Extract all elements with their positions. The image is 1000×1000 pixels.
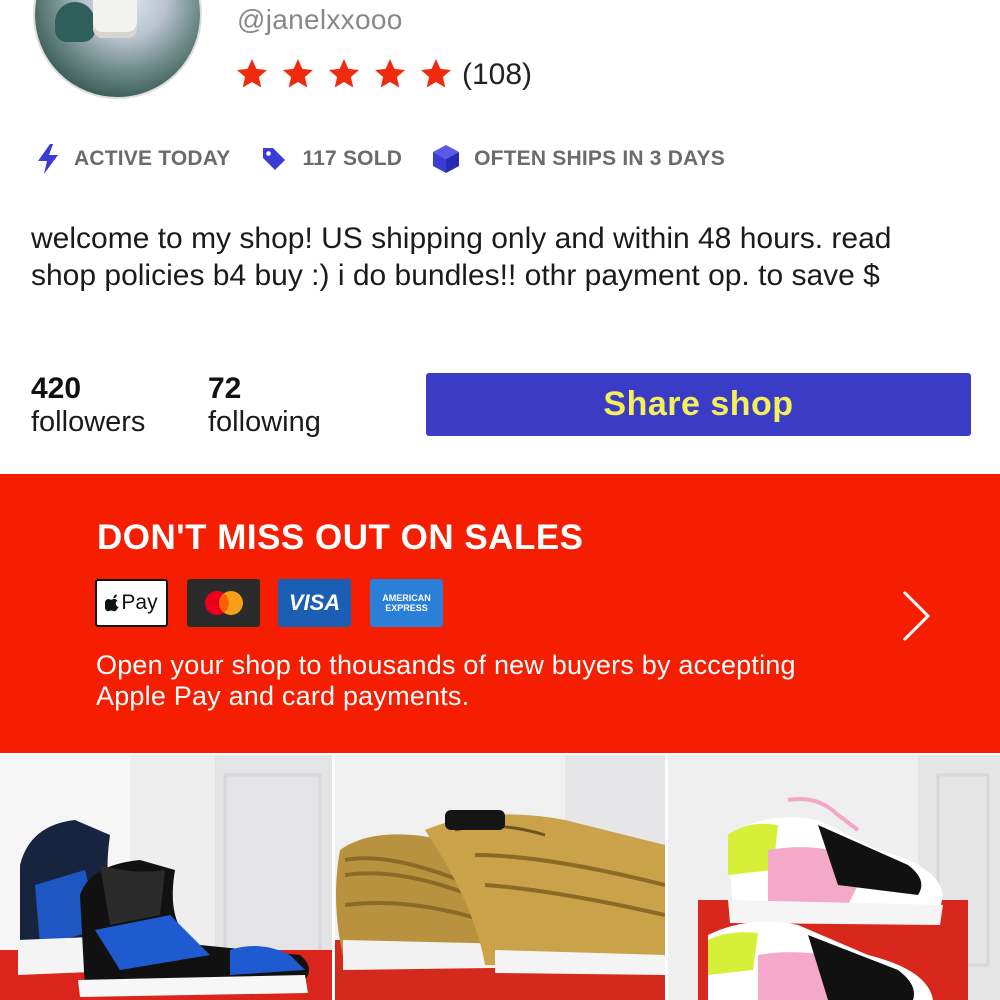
tag-icon: [260, 145, 288, 173]
followers-count: 420: [31, 372, 82, 405]
avatar[interactable]: [33, 0, 202, 99]
listing-photo-pink-sneakers[interactable]: [668, 755, 1000, 1000]
star-icon: [234, 56, 270, 92]
followers-stat[interactable]: 420 followers: [31, 372, 145, 439]
badge-shipping-time: OFTEN SHIPS IN 3 DAYS: [432, 144, 725, 174]
star-icon: [326, 56, 362, 92]
listing-photo-gold-sneakers[interactable]: [335, 755, 665, 1000]
rating-stars[interactable]: [234, 56, 454, 92]
apple-pay-logo: Pay: [95, 579, 168, 627]
badge-label: ACTIVE TODAY: [74, 147, 231, 170]
star-icon: [372, 56, 408, 92]
avatar-photo-detail: [93, 0, 137, 38]
chevron-right-icon[interactable]: [898, 588, 932, 644]
mastercard-logo: [187, 579, 260, 627]
rating-count[interactable]: (108): [462, 58, 532, 92]
amex-label-line: AMERICAN: [382, 593, 431, 603]
listing-photo-blue-sneakers[interactable]: [0, 755, 332, 1000]
lightning-icon: [36, 144, 60, 174]
promo-title: DON'T MISS OUT ON SALES: [97, 518, 584, 557]
following-label: following: [208, 406, 321, 438]
amex-logo: AMERICAN EXPRESS: [370, 579, 443, 627]
badge-label: OFTEN SHIPS IN 3 DAYS: [474, 147, 725, 170]
star-icon: [280, 56, 316, 92]
promo-description: Open your shop to thousands of new buyer…: [96, 650, 796, 711]
badge-active-today: ACTIVE TODAY: [36, 144, 230, 174]
box-icon: [432, 144, 460, 174]
visa-logo: VISA: [278, 579, 351, 627]
following-count: 72: [208, 372, 242, 405]
username-handle: @janelxxooo: [237, 4, 403, 35]
share-shop-button[interactable]: Share shop: [426, 373, 971, 436]
apple-pay-label: Pay: [121, 591, 158, 614]
shop-badges: ACTIVE TODAY 117 SOLD OFTEN SHIPS IN 3 D…: [36, 144, 755, 174]
star-icon: [418, 56, 454, 92]
followers-label: followers: [31, 406, 146, 438]
avatar-photo-detail: [55, 2, 95, 42]
badge-sold-count: 117 SOLD: [260, 145, 402, 173]
following-stat[interactable]: 72 following: [208, 372, 321, 439]
badge-label: 117 SOLD: [302, 147, 403, 170]
amex-label-line: EXPRESS: [385, 603, 428, 613]
apple-icon: [105, 593, 120, 611]
shop-bio: welcome to my shop! US shipping only and…: [31, 222, 892, 292]
